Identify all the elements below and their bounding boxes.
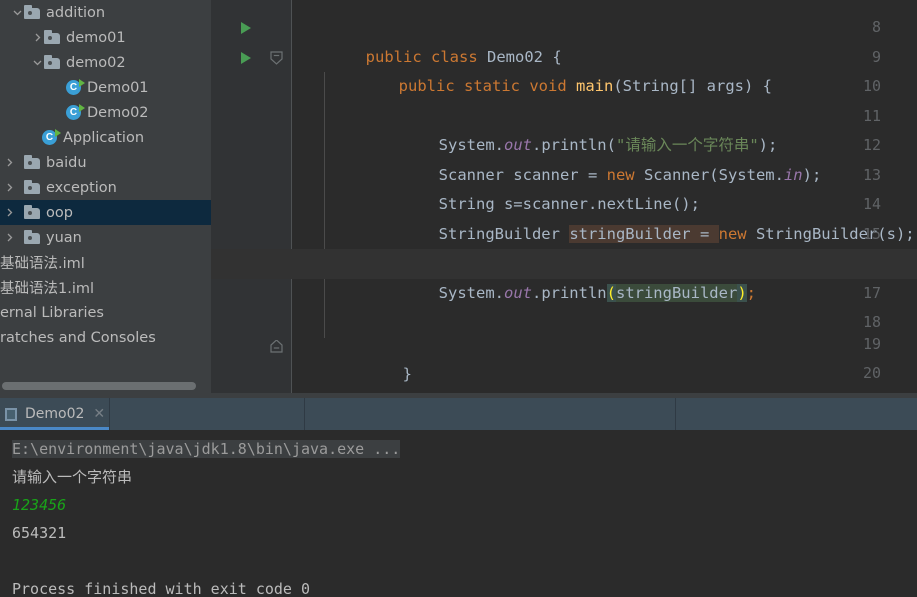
editor-line[interactable]: 17	[211, 278, 917, 308]
tree-row[interactable]: ratches and Consoles	[0, 325, 211, 350]
tree-item-label: ratches and Consoles	[0, 329, 156, 346]
tree-row[interactable]: yuan	[0, 225, 211, 250]
tree-row[interactable]: addition	[0, 0, 211, 25]
fold-expanded-icon[interactable]	[270, 50, 283, 65]
code-line-20[interactable]: }	[291, 359, 917, 389]
console-line-finished: Process finished with exit code 0	[12, 580, 311, 597]
tree-item-label: demo01	[66, 29, 126, 46]
tree-item-label: 基础语法1.iml	[0, 281, 95, 297]
folder-icon	[24, 205, 40, 219]
tree-row-selected[interactable]: oop	[0, 200, 211, 225]
console-icon	[4, 407, 19, 422]
tree-item-label: yuan	[46, 229, 82, 246]
indent-guide	[324, 72, 325, 102]
current-line-gutter-highlight	[211, 249, 291, 279]
project-tree-panel[interactable]: addition demo01 demo02 C Demo01 C Demo02…	[0, 0, 211, 393]
ide-window: addition demo01 demo02 C Demo01 C Demo02…	[0, 0, 917, 597]
run-tab-label: Demo02	[25, 406, 85, 422]
tree-row[interactable]: C Demo01	[0, 75, 211, 100]
close-icon[interactable]: ✕	[93, 407, 105, 421]
tree-row[interactable]: C Demo02	[0, 100, 211, 125]
editor-line[interactable]: 11 System.out.println("请输入一个字符串");	[211, 101, 917, 154]
chevron-right-icon[interactable]	[2, 175, 16, 200]
chevron-down-icon[interactable]	[30, 50, 44, 75]
editor-line[interactable]: 14 StringBuilder stringBuilder = new Str…	[211, 190, 917, 243]
run-tab-bar[interactable]: Demo02 ✕	[0, 398, 917, 430]
tree-item-label: baidu	[46, 154, 87, 171]
chevron-right-icon[interactable]	[2, 225, 16, 250]
code-line-15[interactable]: stringBuilder.reverse();	[291, 220, 917, 272]
run-tab-filler	[305, 398, 676, 430]
java-class-icon: C	[42, 128, 61, 146]
tree-row[interactable]: demo01	[0, 25, 211, 50]
java-class-icon: C	[66, 103, 85, 121]
run-tab-filler	[676, 398, 917, 430]
code-line-9[interactable]: public static void main(String[] args) {	[291, 43, 917, 95]
run-tool-window: Demo02 ✕ E:\environment\java\jdk1.8\bin\…	[0, 393, 917, 597]
tree-item-label: ernal Libraries	[0, 304, 104, 321]
code-line-16[interactable]: System.out.println(.println(stringBuilde…	[291, 249, 917, 302]
console-line-result: 654321	[12, 524, 67, 542]
run-tab-filler	[110, 398, 305, 430]
chevron-right-icon[interactable]	[30, 25, 44, 50]
run-gutter-icon[interactable]	[241, 22, 251, 34]
line-number: 10	[862, 77, 881, 95]
folder-icon	[24, 230, 40, 244]
tree-row[interactable]: C Application	[0, 125, 211, 150]
code-line-11[interactable]: System.out.println("请输入一个字符串");	[291, 102, 917, 154]
tree-row[interactable]: 基础语法1.iml	[0, 275, 211, 300]
java-command-text: E:\environment\java\jdk1.8\bin\java.exe …	[12, 440, 401, 458]
scrollbar-thumb[interactable]	[2, 382, 196, 390]
console-output[interactable]: E:\environment\java\jdk1.8\bin\java.exe …	[0, 430, 917, 597]
tree-item-label: addition	[46, 4, 106, 21]
code-line-12[interactable]: Scanner scanner = new Scanner(System.in)…	[291, 131, 917, 184]
tree-row[interactable]: exception	[0, 175, 211, 200]
console-line-user-input: 123456	[12, 496, 67, 514]
java-class-icon: C	[66, 78, 85, 96]
folder-icon	[44, 30, 60, 44]
fold-collapse-end-icon[interactable]	[270, 340, 283, 354]
tree-item-label: Application	[63, 129, 145, 146]
editor-line[interactable]: 13 String s=scanner.nextLine();	[211, 160, 917, 213]
tree-row[interactable]: baidu	[0, 150, 211, 175]
indent-guide	[324, 278, 325, 308]
tree-row[interactable]: 基础语法.iml	[0, 250, 211, 275]
code-line-13[interactable]: String s=scanner.nextLine();	[291, 161, 917, 213]
tree-item-label: 基础语法.iml	[0, 256, 85, 272]
chevron-right-icon[interactable]	[2, 150, 16, 175]
tree-item-label: Demo01	[87, 79, 149, 96]
code-line-8[interactable]: public class Demo02 {	[291, 13, 917, 66]
code-editor[interactable]: 8 public class Demo02 { 9 public static …	[211, 0, 917, 393]
editor-line[interactable]: 19 }	[211, 330, 917, 383]
tree-item-label: Demo02	[87, 104, 149, 121]
editor-line[interactable]: 20 }	[211, 359, 917, 389]
console-line-prompt: 请输入一个字符串	[12, 468, 133, 486]
chevron-right-icon[interactable]	[2, 200, 16, 225]
sidebar-horizontal-scrollbar[interactable]	[0, 379, 211, 393]
editor-line[interactable]: 8 public class Demo02 {	[211, 13, 917, 66]
editor-line[interactable]: 9 public static void main(String[] args)…	[211, 43, 917, 95]
run-tab-demo02[interactable]: Demo02 ✕	[0, 398, 110, 430]
folder-icon	[24, 180, 40, 194]
tree-item-label: oop	[46, 204, 73, 221]
tree-item-label: exception	[46, 179, 117, 196]
tree-row[interactable]: demo02	[0, 50, 211, 75]
run-gutter-icon[interactable]	[241, 51, 251, 64]
folder-icon	[24, 5, 40, 19]
line-number: 17	[862, 283, 881, 302]
folder-icon	[24, 155, 40, 169]
editor-line[interactable]: 15 stringBuilder.reverse();	[211, 219, 917, 272]
editor-line[interactable]: 12 Scanner scanner = new Scanner(System.…	[211, 131, 917, 184]
code-line-14[interactable]: StringBuilder stringBuilder = new String…	[291, 190, 917, 243]
editor-line-current[interactable]: 16 System.out.println(.println(stringBui…	[211, 249, 917, 302]
tree-row[interactable]: ernal Libraries	[0, 300, 211, 325]
folder-icon	[44, 55, 60, 69]
code-line-19[interactable]: }	[291, 330, 917, 383]
tree-item-label: demo02	[66, 54, 126, 71]
console-line-command: E:\environment\java\jdk1.8\bin\java.exe …	[12, 435, 917, 463]
chevron-down-icon[interactable]	[10, 0, 24, 25]
editor-line[interactable]: 10	[211, 72, 917, 102]
